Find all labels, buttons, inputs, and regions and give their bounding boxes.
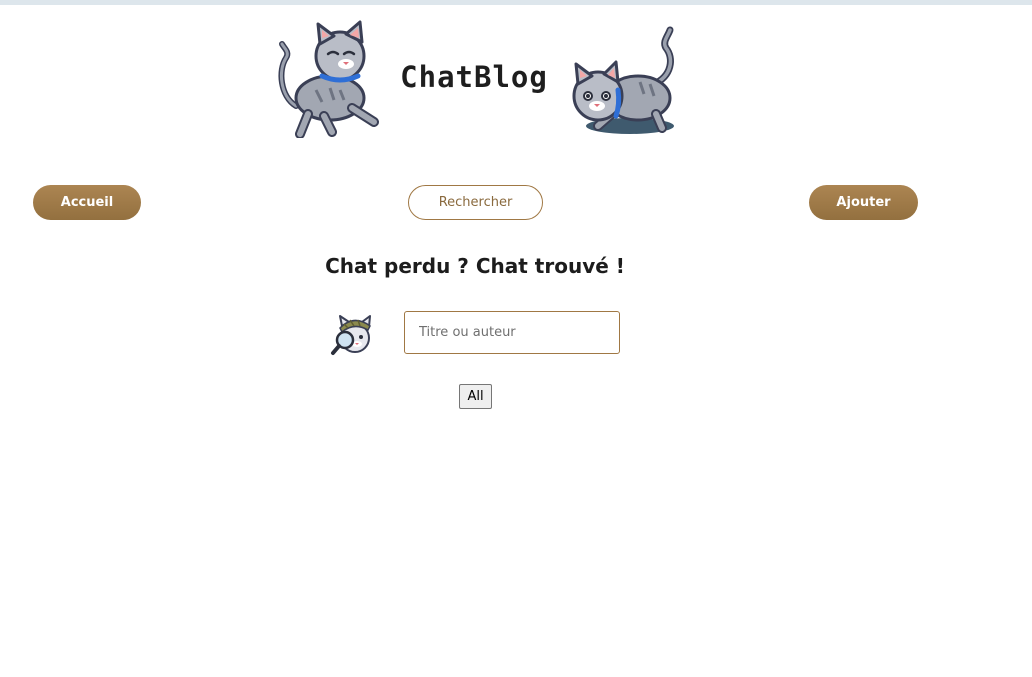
browser-top-strip	[0, 0, 1032, 5]
search-page-button[interactable]: Rechercher	[408, 185, 543, 220]
all-button[interactable]: All	[459, 384, 492, 409]
search-input[interactable]	[404, 311, 620, 354]
crouching-cat-icon	[572, 26, 674, 134]
page-title: Chat perdu ? Chat trouvé !	[325, 254, 625, 278]
detective-cat-icon	[331, 315, 371, 355]
home-button[interactable]: Accueil	[33, 185, 141, 220]
add-button[interactable]: Ajouter	[809, 185, 918, 220]
site-header: ChatBlog	[270, 14, 682, 140]
walking-cat-icon	[278, 20, 379, 138]
site-title: ChatBlog	[400, 60, 548, 94]
